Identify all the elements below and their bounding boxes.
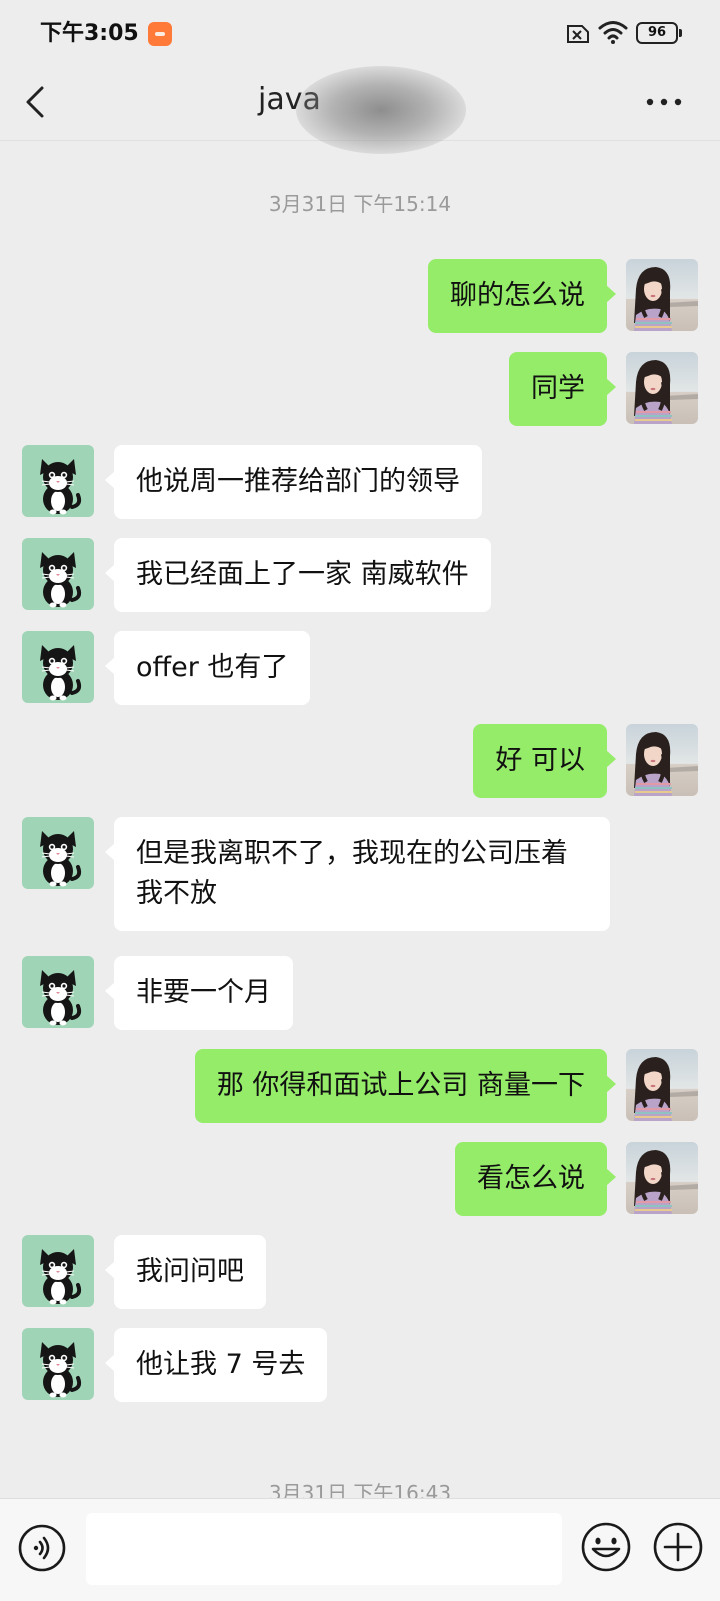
outgoing-message-bubble[interactable]: 那 你得和面试上公司 商量一下	[194, 1049, 617, 1123]
wifi-icon	[598, 21, 628, 44]
contact-avatar[interactable]	[22, 1328, 94, 1400]
user-avatar[interactable]	[626, 724, 698, 796]
more-horizontal-icon[interactable]	[644, 86, 684, 118]
user-avatar[interactable]	[626, 1049, 698, 1121]
contact-avatar[interactable]	[22, 817, 94, 889]
incoming-message-bubble[interactable]: 他说周一推荐给部门的领导	[105, 445, 482, 519]
contact-avatar[interactable]	[22, 445, 94, 517]
incoming-message-bubble[interactable]: 但是我离职不了，我现在的公司压着我不放	[105, 817, 610, 931]
app-notification-icon	[148, 22, 172, 46]
emoji-icon[interactable]	[580, 1521, 632, 1573]
chevron-left-icon[interactable]	[18, 82, 58, 122]
outgoing-message-bubble[interactable]: 看怎么说	[455, 1142, 616, 1216]
chat-timestamp: 3月31日 下午15:14	[268, 192, 452, 216]
status-bar: 下午3:05 96	[0, 0, 720, 64]
incoming-message-bubble[interactable]: 他让我 7 号去	[104, 1328, 328, 1402]
message-input[interactable]	[86, 1513, 562, 1585]
outgoing-message-bubble[interactable]: 聊的怎么说	[428, 259, 616, 333]
battery-icon: 96	[636, 22, 682, 44]
user-avatar[interactable]	[626, 352, 698, 424]
outgoing-message-bubble[interactable]: 好 可以	[473, 724, 616, 798]
user-avatar[interactable]	[626, 259, 698, 331]
incoming-message-bubble[interactable]: 我问问吧	[105, 1235, 266, 1309]
voice-icon[interactable]	[17, 1523, 67, 1573]
contact-avatar[interactable]	[22, 538, 94, 610]
contact-avatar[interactable]	[22, 956, 94, 1028]
redaction-scribble	[296, 66, 466, 154]
outgoing-message-bubble[interactable]: 同学	[509, 352, 616, 426]
plus-icon[interactable]	[652, 1521, 704, 1573]
user-avatar[interactable]	[626, 1142, 698, 1214]
input-bar	[0, 1498, 720, 1601]
contact-avatar[interactable]	[22, 631, 94, 703]
incoming-message-bubble[interactable]: 非要一个月	[105, 956, 293, 1030]
incoming-message-bubble[interactable]: offer 也有了	[104, 631, 311, 705]
incoming-message-bubble[interactable]: 我已经面上了一家 南威软件	[105, 538, 491, 612]
status-time: 下午3:05	[40, 21, 139, 46]
contact-avatar[interactable]	[22, 1235, 94, 1307]
no-sim-icon	[567, 25, 589, 43]
chat-header: java	[0, 64, 720, 154]
